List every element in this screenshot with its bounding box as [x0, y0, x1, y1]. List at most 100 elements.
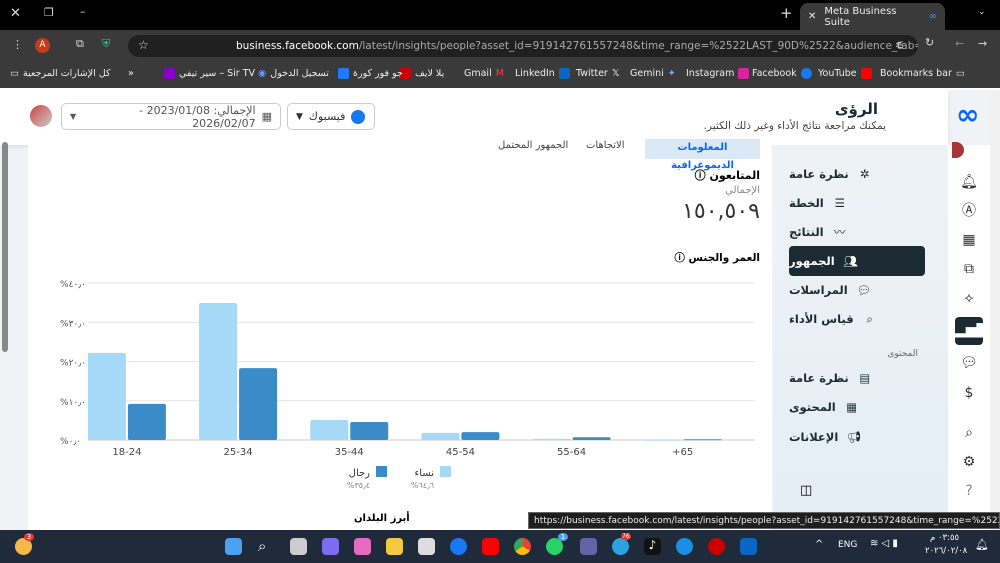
teams-icon[interactable]	[580, 538, 597, 555]
bookmark-sirtv[interactable]: سير تيفي – Sir TV	[164, 68, 255, 79]
bookmark-youtube[interactable]: YouTube	[818, 68, 872, 79]
restore-icon[interactable]: ❐	[44, 6, 54, 19]
x-tick-label: 18-24	[112, 447, 141, 458]
notifications-icon[interactable]: 🔔︎	[956, 169, 982, 195]
bookmark-folder[interactable]: Bookmarks bar ▭	[880, 68, 965, 79]
bar-women	[421, 432, 460, 440]
chrome-icon[interactable]	[514, 538, 531, 555]
clock-date[interactable]: ٢٠٢٦/٠٢/٠٨	[925, 546, 967, 556]
nav-item-0[interactable]: نظرة عامة ✲	[789, 159, 925, 189]
posts-icon[interactable]: ⧉	[956, 256, 982, 282]
nav-content-item-0[interactable]: نظرة عامة ▤	[789, 363, 925, 393]
close-window-icon[interactable]: ✕	[10, 6, 21, 21]
notification-bell-icon[interactable]: 🔔︎	[975, 538, 989, 551]
file-explorer-icon[interactable]	[386, 538, 403, 555]
meta-icon: ∞	[928, 11, 937, 22]
bookmark-gmail[interactable]: Gmail M	[464, 68, 504, 79]
bookmark-instagram[interactable]: Instagram	[686, 68, 750, 79]
nav-content-item-2[interactable]: الإعلانات 📢︎	[789, 422, 925, 452]
nav-item-5[interactable]: قياس الأداء ⌕	[789, 304, 925, 334]
help-icon[interactable]: ?	[956, 478, 982, 504]
clock-time[interactable]: ٠٣:٥٥ م	[930, 533, 959, 543]
site-settings-icon[interactable]: ⚟	[895, 39, 905, 52]
url-input[interactable]: business.facebook.com/latest/insights/pe…	[128, 35, 918, 57]
shield-extension-icon[interactable]: ⛨	[102, 37, 110, 51]
menu-icon[interactable]: ⋮	[12, 38, 23, 51]
x-tick-label: 45-54	[446, 447, 475, 458]
profile-avatar[interactable]: A	[35, 38, 50, 53]
start-icon[interactable]	[225, 538, 242, 555]
legend-label: نساء	[415, 468, 434, 479]
close-tab-icon[interactable]: ✕	[808, 11, 816, 22]
meta-logo-icon: ∞	[956, 98, 980, 131]
tab-search-icon[interactable]: ⌄	[978, 7, 986, 17]
store-icon[interactable]	[418, 538, 435, 555]
back-icon[interactable]: ←	[955, 37, 964, 50]
page-title: الرؤى	[834, 100, 878, 118]
bookmark-login[interactable]: ◉ تسجيل الدخول	[258, 68, 329, 79]
bar-men	[683, 439, 722, 441]
youtube-taskbar-icon[interactable]	[482, 538, 499, 555]
search-icon[interactable]: ⌕	[956, 420, 982, 446]
forward-icon[interactable]: →	[978, 37, 987, 50]
minimize-icon[interactable]: –	[80, 5, 86, 18]
bar-women	[643, 439, 682, 441]
copilot-icon[interactable]	[354, 538, 371, 555]
planner-icon[interactable]: ▦	[956, 227, 982, 253]
bookmark-gemini[interactable]: Gemini ✦	[630, 68, 676, 79]
account-avatar[interactable]	[952, 142, 964, 158]
insights-icon[interactable]: ▂▅▇	[955, 317, 987, 345]
bookmark-go4koora[interactable]: جو فور كورة	[338, 68, 403, 79]
inbox-icon[interactable]: 💬︎	[956, 350, 982, 376]
nav-content-item-1[interactable]: المحتوى ▦	[789, 392, 925, 422]
bookmark-star-icon[interactable]: ☆	[138, 38, 149, 52]
monetization-icon[interactable]: $	[956, 380, 982, 406]
age-gender-chart: %٠٫٠ %١٠٫٠ %٢٠٫٠ %٣٠٫٠ %٤٠٫٠ 18-24 25-34 35-44 4…	[60, 280, 755, 490]
bookmark-linkedin[interactable]: LinkedIn	[515, 68, 570, 79]
task-view-icon[interactable]	[290, 538, 307, 555]
y-tick-label: %٢٠٫٠	[60, 359, 86, 369]
weather-badge: 3	[24, 533, 34, 541]
collapse-panel-icon[interactable]: ◫	[800, 483, 812, 498]
y-tick-label: %١٠٫٠	[60, 398, 86, 408]
bar-men	[127, 403, 166, 440]
tiktok-icon[interactable]: ♪	[644, 538, 661, 555]
bookmark-yalla-live[interactable]: يلا لايف	[400, 68, 444, 79]
x-tick-label: 35-44	[335, 447, 364, 458]
bar-men	[572, 437, 611, 440]
facebook-taskbar-icon[interactable]	[450, 538, 467, 555]
nav-item-4[interactable]: المراسلات 💬︎	[789, 275, 925, 305]
bar-men	[461, 432, 500, 440]
tray-chevron-icon[interactable]: ^	[815, 539, 823, 550]
meet-icon[interactable]	[322, 538, 339, 555]
bookmark-twitter[interactable]: Twitter 𝕏	[576, 68, 620, 79]
x-tick-label: +65	[672, 447, 693, 458]
bookmark-facebook[interactable]: Facebook	[752, 68, 812, 79]
partnerships-icon[interactable]: ⟡	[956, 285, 982, 311]
bookmarks-overflow[interactable]: »	[128, 68, 134, 79]
new-tab-icon[interactable]: +	[780, 4, 793, 22]
nav-item-1[interactable]: الخطة ☰	[789, 188, 925, 218]
legend-share: %٦٤٫٦	[411, 481, 434, 490]
nav-item-3[interactable]: الجمهور 👥︎	[789, 246, 925, 276]
bar-men	[350, 421, 389, 440]
language-indicator[interactable]: ENG	[838, 540, 857, 550]
nav-icon: ▤	[859, 371, 871, 385]
app-c-icon[interactable]	[676, 538, 693, 555]
settings-icon[interactable]: ⚙	[956, 449, 982, 475]
browser-tab[interactable]: ✕ Meta Business Suite ∞	[800, 3, 945, 30]
app-red-icon[interactable]	[708, 538, 725, 555]
bar-women	[532, 438, 571, 440]
search-taskbar-icon[interactable]: ⌕	[258, 538, 275, 555]
nav-section-label: المحتوى	[887, 349, 918, 359]
reload-icon[interactable]: ↻	[925, 36, 934, 49]
linkedin-taskbar-icon[interactable]	[740, 538, 757, 555]
all-bookmarks[interactable]: ▭ كل الإشارات المرجعية	[10, 68, 111, 79]
nav-icon: ☰	[834, 196, 845, 210]
nav-item-2[interactable]: النتائج 〰	[789, 217, 925, 247]
extensions-icon[interactable]: ⧉	[76, 37, 84, 51]
page-scrollbar[interactable]	[990, 90, 1000, 530]
telegram-icon[interactable]	[612, 538, 629, 555]
wifi-volume-battery-icons[interactable]: ≋ ◁ ▮	[870, 538, 898, 549]
home-icon[interactable]: Ⓐ	[956, 198, 982, 224]
